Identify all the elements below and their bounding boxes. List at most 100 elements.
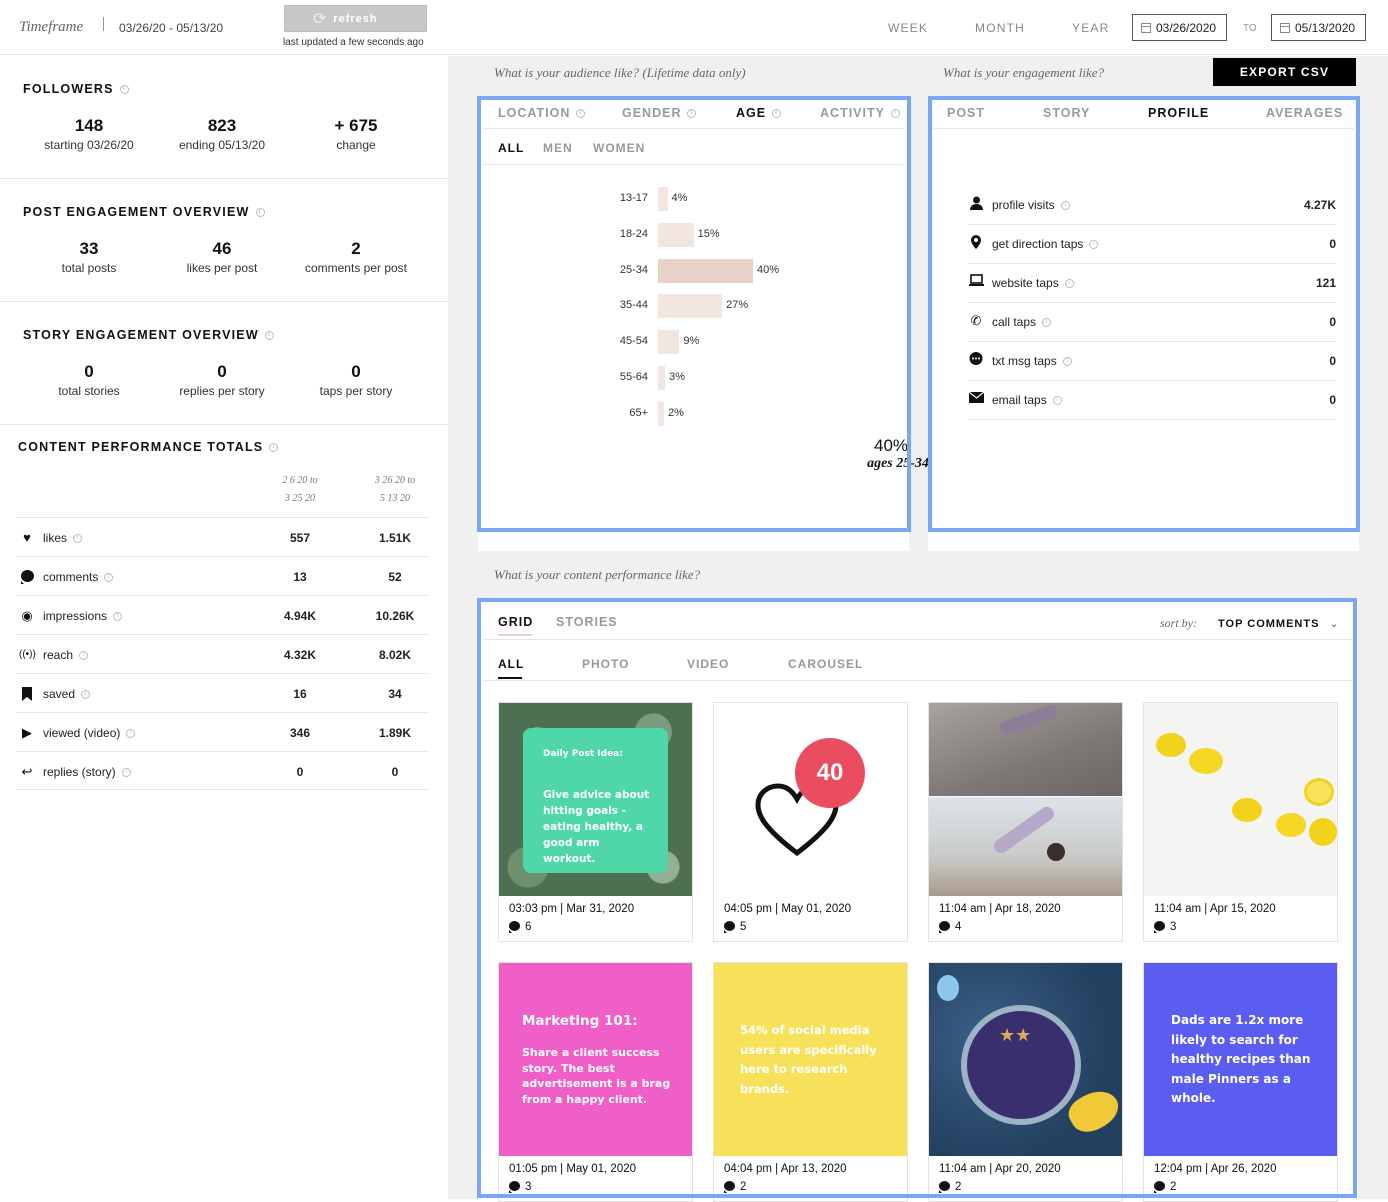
engagement-question: What is your engagement like? <box>943 65 1105 80</box>
sidebar: FOLLOWERS i 148 starting 03/26/20 823 endin… <box>0 56 448 1199</box>
reply-icon: ↩ <box>21 764 33 779</box>
stat-value: 0 <box>351 362 361 381</box>
audience-highlight-outline <box>477 96 911 532</box>
metric-row-impressions: ◉ impressions i 4.94K 10.26K <box>17 595 428 634</box>
followers-title: FOLLOWERS i <box>23 82 129 96</box>
followers-title-text: FOLLOWERS <box>23 82 114 96</box>
info-icon[interactable]: i <box>104 573 114 583</box>
info-icon[interactable]: i <box>126 729 136 739</box>
metric-row-saved: saved i 16 34 <box>17 673 428 712</box>
taps-per-story: 0 taps per story <box>286 362 426 398</box>
refresh-button[interactable]: ⟳ refresh <box>284 5 427 32</box>
info-icon[interactable]: i <box>119 85 129 95</box>
stat-label: change <box>336 138 376 152</box>
stat-value: 0 <box>217 362 227 381</box>
column-date-line: 3 25 20 <box>285 493 315 504</box>
metric-label: replies (story) i <box>43 765 131 779</box>
metric-value-previous: 4.94K <box>283 609 317 623</box>
calendar-icon <box>1141 22 1151 33</box>
column-current-period: 3 26 20 to 5 13 20 <box>350 472 440 508</box>
export-csv-button[interactable]: EXPORT CSV <box>1213 58 1356 86</box>
content-totals-title: CONTENT PERFORMANCE TOTALS i <box>18 440 279 454</box>
metric-row-viewed-video: ▶ viewed (video) i 346 1.89K <box>17 712 428 751</box>
stat-value: 33 <box>79 239 99 258</box>
column-previous-period: 2 6 20 to 3 25 20 <box>255 472 345 508</box>
post-engagement-title: POST ENGAGEMENT OVERVIEW i <box>23 205 265 219</box>
metric-value-previous: 557 <box>289 531 311 545</box>
column-date-line: 2 6 20 to <box>282 475 318 486</box>
info-icon[interactable]: i <box>79 651 89 661</box>
date-to-input[interactable]: 05/13/2020 <box>1271 14 1366 41</box>
followers-starting: 148 starting 03/26/20 <box>19 116 159 152</box>
info-icon[interactable]: i <box>81 690 91 700</box>
info-icon[interactable]: i <box>121 768 131 778</box>
metric-label-text: replies (story) <box>43 765 116 779</box>
story-engagement-title: STORY ENGAGEMENT OVERVIEW i <box>23 328 274 342</box>
metric-value-current: 34 <box>388 687 402 701</box>
metric-label: comments i <box>43 570 114 584</box>
stat-label: starting 03/26/20 <box>44 138 134 152</box>
story-engagement-section: STORY ENGAGEMENT OVERVIEW i 0 total storie… <box>0 302 448 425</box>
info-icon[interactable]: i <box>269 443 279 453</box>
metric-label: reach i <box>43 648 89 662</box>
metric-value-current: 1.89K <box>378 726 412 740</box>
metric-value-previous: 0 <box>296 765 304 779</box>
broadcast-icon: ((•)) <box>19 649 36 660</box>
metric-value-current: 10.26K <box>375 609 415 623</box>
metric-label-text: comments <box>43 570 99 584</box>
stat-value: 0 <box>84 362 94 381</box>
last-updated-text: last updated a few seconds ago <box>283 37 424 48</box>
date-from-input[interactable]: 03/26/2020 <box>1132 14 1227 41</box>
top-bar: Timeframe 03/26/20 - 05/13/20 ⟳ refresh … <box>0 0 1388 55</box>
column-date-line: 5 13 20 <box>380 493 410 504</box>
content-totals-title-text: CONTENT PERFORMANCE TOTALS <box>18 440 264 454</box>
date-to-separator: TO <box>1243 23 1257 34</box>
likes-per-post: 46 likes per post <box>152 239 292 275</box>
metric-row-reach: ((•)) reach i 4.32K 8.02K <box>17 634 428 673</box>
stat-label: ending 05/13/20 <box>178 138 266 152</box>
engagement-highlight-outline <box>928 96 1360 532</box>
metric-value-current: 8.02K <box>378 648 412 662</box>
metric-label-text: impressions <box>43 609 108 623</box>
heart-icon: ♥ <box>23 530 31 545</box>
period-week[interactable]: WEEK <box>888 21 928 35</box>
stat-value: 823 <box>207 116 237 135</box>
metric-value-previous: 13 <box>293 570 307 584</box>
stat-label: replies per story <box>179 384 265 398</box>
replies-per-story: 0 replies per story <box>152 362 292 398</box>
metric-label: impressions i <box>43 609 123 623</box>
main-panel: What is your audience like? (Lifetime da… <box>448 56 1388 1202</box>
info-icon[interactable]: i <box>255 208 265 218</box>
post-engagement-section: POST ENGAGEMENT OVERVIEW i 33 total posts … <box>0 179 448 302</box>
eye-icon: ◉ <box>21 608 33 623</box>
timeframe-divider <box>103 17 104 31</box>
metric-label: viewed (video) i <box>43 726 136 740</box>
post-engagement-title-text: POST ENGAGEMENT OVERVIEW <box>23 205 250 219</box>
metric-row-comments: comments i 13 52 <box>17 556 428 595</box>
info-icon[interactable]: i <box>113 612 123 622</box>
column-date-line: 3 26 20 to <box>374 475 416 486</box>
refresh-icon: ⟳ <box>313 11 328 28</box>
metric-value-current: 52 <box>388 570 402 584</box>
timeframe-range: 03/26/20 - 05/13/20 <box>119 21 224 35</box>
metric-row-replies-story: ↩ replies (story) i 0 0 <box>17 751 428 790</box>
total-stories: 0 total stories <box>19 362 159 398</box>
metric-label-text: viewed (video) <box>43 726 121 740</box>
period-month[interactable]: MONTH <box>975 21 1025 35</box>
metric-label-text: likes <box>43 531 68 545</box>
stat-value: 2 <box>351 239 361 258</box>
stat-value: 148 <box>74 116 104 135</box>
total-posts: 33 total posts <box>19 239 159 275</box>
info-icon[interactable]: i <box>73 534 83 544</box>
info-icon[interactable]: i <box>264 331 274 341</box>
metric-value-previous: 346 <box>289 726 311 740</box>
metric-value-previous: 16 <box>293 687 307 701</box>
metric-value-current: 0 <box>391 765 399 779</box>
bookmark-icon <box>19 687 35 701</box>
stat-label: taps per story <box>319 384 393 398</box>
period-year[interactable]: YEAR <box>1072 21 1109 35</box>
stat-value: 46 <box>212 239 232 258</box>
stat-label: likes per post <box>186 261 258 275</box>
metric-label: likes i <box>43 531 83 545</box>
story-engagement-title-text: STORY ENGAGEMENT OVERVIEW <box>23 328 259 342</box>
